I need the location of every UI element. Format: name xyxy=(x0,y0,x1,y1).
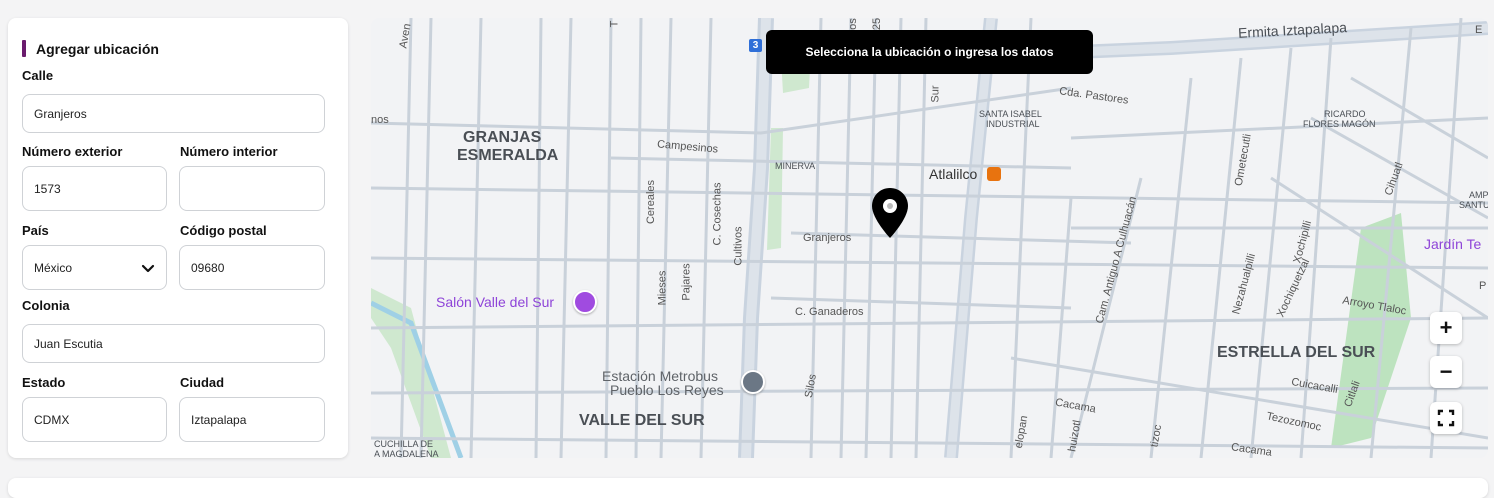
bottom-card xyxy=(8,478,1488,498)
map-label-granjeros: Granjeros xyxy=(803,232,852,244)
form-title: Agregar ubicación xyxy=(36,40,159,57)
colonia-label: Colonia xyxy=(22,298,70,313)
map-label-cuchilla-de: CUCHILLA DE xyxy=(374,439,434,449)
codigo-postal-label: Código postal xyxy=(180,223,267,238)
map-label-e: E xyxy=(1475,24,1483,36)
map-label-mieses: Mieses xyxy=(656,270,669,306)
transit-icon xyxy=(987,167,1001,181)
map-label-cultivos: Cultivos xyxy=(732,226,745,266)
codigo-postal-input[interactable]: 09680 xyxy=(179,245,325,290)
fullscreen-icon xyxy=(1437,409,1455,427)
chevron-down-icon xyxy=(141,264,155,272)
calle-input[interactable]: Granjeros xyxy=(22,94,325,133)
map-label-santa-isabel: SANTA ISABEL xyxy=(979,109,1042,119)
estado-label: Estado xyxy=(22,375,66,390)
map-label-granjas: GRANJAS xyxy=(463,129,542,146)
bus-stop-pin-icon[interactable] xyxy=(741,370,765,394)
map-label-estrella-del-sur: ESTRELLA DEL SUR xyxy=(1217,344,1376,361)
map-label-ricardo: RICARDO xyxy=(1324,109,1366,119)
map-label-p: P xyxy=(1479,280,1487,292)
map-label-atlalilco: Atlalilco xyxy=(929,166,978,182)
address-form-card: Agregar ubicación Calle Granjeros Número… xyxy=(8,18,348,458)
map-label-pajares: Pajares xyxy=(680,263,693,301)
calle-label: Calle xyxy=(22,68,54,83)
ciudad-label: Ciudad xyxy=(180,375,225,390)
map-label-sur: Sur xyxy=(929,85,942,103)
map-label-flores-magon: FLORES MAGÓN xyxy=(1303,119,1376,129)
map-label-25: 25 xyxy=(871,18,884,31)
numero-exterior-input[interactable]: 1573 xyxy=(22,166,167,211)
map-label-santu: SANTU xyxy=(1459,200,1488,210)
map-label-pueblo: Pueblo Los Reyes xyxy=(610,382,724,398)
estado-input[interactable]: CDMX xyxy=(22,397,167,442)
map-label-industrial: INDUSTRIAL xyxy=(986,119,1040,129)
map-label-valle-del-sur: VALLE DEL SUR xyxy=(579,412,705,429)
map-label-a-magdalena: A MAGDALENA xyxy=(374,449,439,458)
map-label-minerva: MINERVA xyxy=(775,161,816,171)
metro-line-badge: 3 xyxy=(749,39,762,52)
title-accent-bar xyxy=(22,40,26,57)
numero-interior-label: Número interior xyxy=(180,144,278,159)
form-header: Agregar ubicación xyxy=(22,40,159,57)
map-label-ganaderos: C. Ganaderos xyxy=(795,306,864,318)
map-label-t: T xyxy=(608,20,621,28)
numero-interior-input[interactable] xyxy=(179,166,325,211)
numero-exterior-label: Número exterior xyxy=(22,144,123,159)
zoom-out-button[interactable]: − xyxy=(1430,356,1462,388)
location-map[interactable]: GRANJAS ESMERALDA VALLE DEL SUR ESTRELLA… xyxy=(371,18,1488,458)
venue-pin-icon[interactable] xyxy=(573,290,597,314)
pais-label: País xyxy=(22,223,49,238)
map-label-jardin: Jardín Te xyxy=(1424,236,1482,252)
map-label-salon: Salón Valle del Sur xyxy=(436,294,555,310)
colonia-input[interactable]: Juan Escutia xyxy=(22,324,325,363)
map-instruction-tooltip: Selecciona la ubicación o ingresa los da… xyxy=(766,30,1093,74)
ciudad-input[interactable]: Iztapalapa xyxy=(179,397,325,442)
location-pin-icon[interactable] xyxy=(870,186,910,240)
fullscreen-button[interactable] xyxy=(1430,402,1462,434)
map-label-cosechas: C. Cosechas xyxy=(711,182,724,246)
pais-select[interactable]: México xyxy=(22,245,167,290)
map-label-os: os xyxy=(846,18,859,30)
map-label-nos: nos xyxy=(371,114,389,126)
pais-selected-value: México xyxy=(34,260,73,275)
zoom-in-button[interactable]: + xyxy=(1430,312,1462,344)
map-label-cereales: Cereales xyxy=(645,179,658,225)
map-label-esmeralda: ESMERALDA xyxy=(457,147,559,164)
map-label-amp: AMP xyxy=(1469,190,1488,200)
